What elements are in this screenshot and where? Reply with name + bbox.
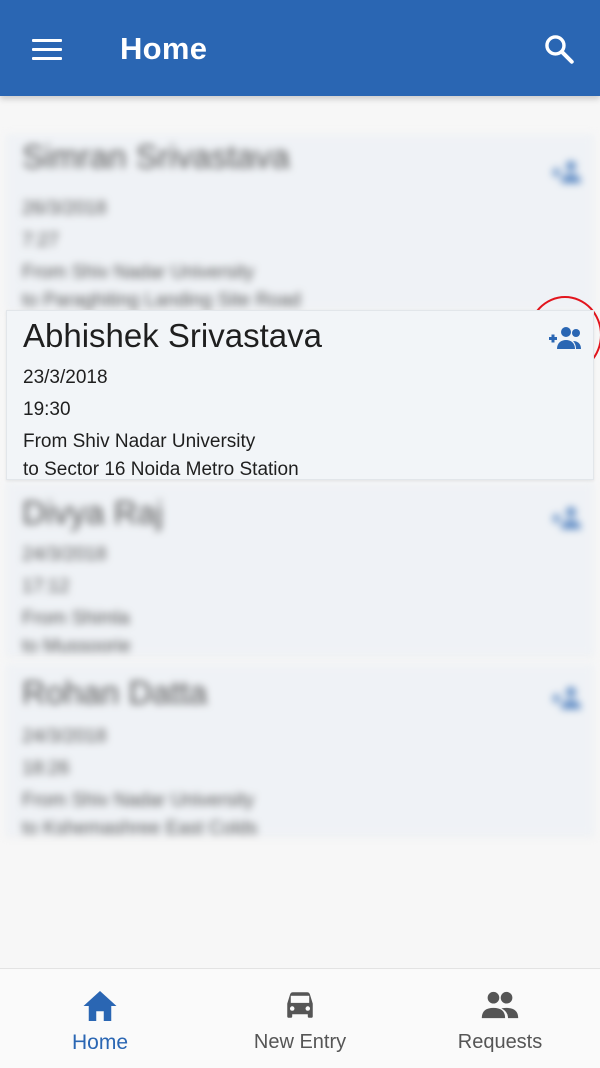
ride-card-selected[interactable]: Abhishek Srivastava 23/3/2018 19:30 From… (6, 310, 594, 480)
ride-card-time: 19:30 (23, 399, 71, 420)
people-icon (481, 991, 519, 1019)
menu-icon-bar (32, 47, 62, 51)
ride-card-date: 23/3/2018 (23, 367, 108, 388)
ride-card-from: From Shimla (22, 608, 130, 629)
ride-card-date: 24/3/2018 (22, 544, 107, 565)
add-group-icon[interactable] (550, 684, 584, 710)
ride-card[interactable]: Divya Raj 24/3/2018 17:12 From Shimla to… (6, 482, 594, 657)
ride-card-name: Divya Raj (22, 494, 164, 531)
car-icon (287, 992, 313, 1018)
ride-card-date: 26/3/2018 (22, 198, 107, 219)
menu-icon-bar (32, 38, 62, 42)
nav-home-label: Home (71, 1031, 129, 1054)
ride-card-from: From Shiv Nadar University (22, 262, 255, 283)
home-icon (83, 991, 117, 1021)
nav-requests[interactable]: Requests (400, 969, 600, 1068)
search-button[interactable] (524, 24, 594, 74)
ride-card-name: Abhishek Srivastava (23, 317, 322, 354)
ride-card-to: to Kshemashree East Colds (22, 818, 258, 839)
add-group-icon[interactable] (550, 504, 584, 530)
ride-card-from: From Shiv Nadar University (22, 790, 255, 811)
nav-home[interactable]: Home (0, 969, 200, 1068)
ride-card-to: to Paraghiting Landing Site Road (22, 290, 301, 311)
ride-card-name: Simran Srivastava (22, 138, 290, 175)
nav-new-entry[interactable]: New Entry (200, 969, 400, 1068)
ride-card[interactable]: Rohan Datta 24/3/2018 18:26 From Shiv Na… (6, 664, 594, 839)
ride-card-date: 24/3/2018 (22, 726, 107, 747)
nav-new-entry-label: New Entry (253, 1031, 347, 1053)
menu-icon-bar (32, 56, 62, 60)
page-title: Home (120, 31, 208, 66)
add-group-icon[interactable] (549, 325, 583, 351)
add-group-icon[interactable] (550, 158, 584, 184)
nav-requests-label: Requests (457, 1031, 543, 1053)
menu-button[interactable] (18, 28, 78, 70)
ride-card-time: 18:26 (22, 758, 70, 779)
ride-card-name: Rohan Datta (22, 674, 208, 711)
ride-card-time: 7:27 (22, 230, 59, 251)
ride-card[interactable]: Simran Srivastava 26/3/2018 7:27 From Sh… (6, 134, 594, 311)
search-icon (545, 35, 574, 64)
bottom-navigation: Home New Entry Requests (0, 968, 600, 1068)
ride-card-to: to Sector 16 Noida Metro Station (23, 459, 299, 480)
ride-card-time: 17:12 (22, 576, 70, 597)
ride-card-to: to Mussoorie (22, 636, 131, 657)
ride-card-from: From Shiv Nadar University (23, 431, 256, 452)
app-bar: Home (0, 0, 600, 96)
